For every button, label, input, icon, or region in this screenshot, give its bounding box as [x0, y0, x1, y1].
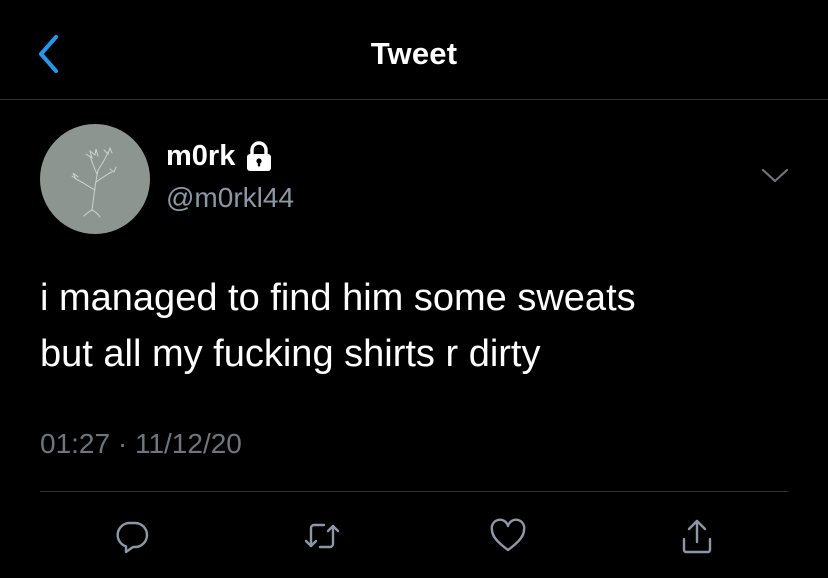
divider	[40, 491, 788, 492]
author-name-row[interactable]: m0rk	[166, 140, 273, 173]
tweet-text-line: i managed to find him some sweats	[40, 277, 636, 319]
page-title: Tweet	[370, 36, 458, 71]
tweet-text: i managed to find him some sweats but al…	[40, 270, 800, 382]
tweet-text-line: but all my fucking shirts r dirty	[40, 333, 541, 375]
display-name: m0rk	[166, 140, 236, 172]
like-button[interactable]	[488, 516, 528, 556]
chevron-down-icon	[761, 168, 789, 183]
reply-button[interactable]	[112, 516, 152, 556]
lock-icon	[245, 140, 273, 173]
share-icon	[682, 519, 712, 554]
retweet-button[interactable]	[302, 516, 342, 556]
retweet-icon	[304, 523, 340, 549]
reply-icon	[116, 521, 149, 554]
tweet-timestamp[interactable]: 01:27 · 11/12/20	[40, 428, 242, 460]
avatar[interactable]	[40, 124, 150, 234]
more-options-button[interactable]	[760, 164, 790, 188]
heart-icon	[490, 518, 526, 552]
share-button[interactable]	[677, 516, 717, 556]
flower-sketch-icon	[71, 146, 117, 218]
author-handle[interactable]: @m0rkl44	[166, 182, 294, 214]
nav-bar: Tweet	[0, 0, 828, 100]
